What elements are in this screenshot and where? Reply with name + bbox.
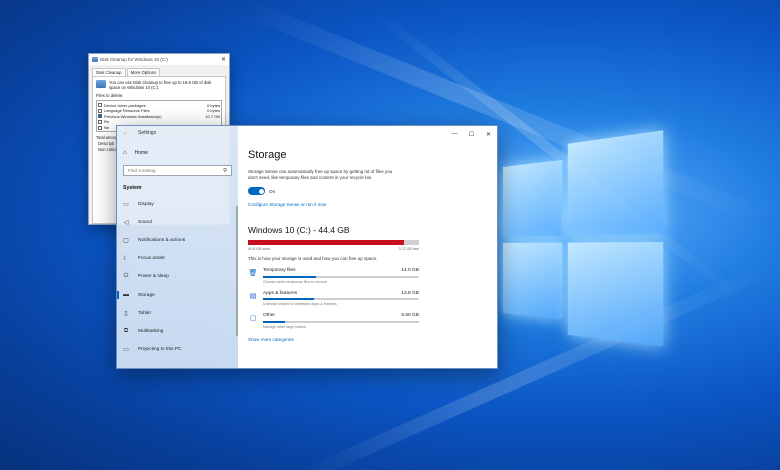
close-icon[interactable]: ✕: [221, 56, 226, 63]
category-other[interactable]: ▢ Other 5.60 GB Manage other large folder…: [248, 313, 419, 329]
settings-window: ← Settings ⌂ Home Find a setting ⚲ Syste…: [116, 125, 498, 369]
category-temporary-files[interactable]: 🗑 Temporary files 14.0 GB Choose which te…: [248, 268, 419, 284]
free-label: 3.72 GB free: [398, 247, 419, 251]
storage-sense-description: Storage Sense can automatically free up …: [248, 169, 393, 180]
search-placeholder: Find a setting: [128, 168, 156, 173]
moon-icon: ☾: [123, 256, 129, 263]
category-size: 13.8 GB: [401, 290, 419, 296]
folder-icon: ▢: [249, 315, 257, 322]
close-icon[interactable]: ✕: [480, 128, 497, 140]
apps-icon: ▤: [249, 292, 257, 300]
drive-icon: [96, 80, 106, 88]
used-label: 40.6 GB used: [248, 247, 270, 251]
sidebar-item-power-sleep[interactable]: ⏻ Power & sleep: [117, 268, 238, 286]
drive-title: Windows 10 (C:) - 44.4 GB: [248, 225, 350, 235]
storage-usage-explainer: This is how your storage is used and how…: [248, 256, 378, 261]
checkbox[interactable]: [98, 114, 102, 119]
category-usage-bar: [263, 320, 419, 323]
category-description: Manage other large folders: [263, 324, 306, 329]
disk-cleanup-title: Disk Cleanup for Windows 10 (C:): [100, 57, 168, 62]
storage-sense-toggle[interactable]: [248, 187, 265, 195]
settings-search-input[interactable]: Find a setting ⚲: [123, 165, 232, 176]
sidebar-item-notifications[interactable]: ▢ Notifications & actions: [117, 231, 238, 249]
window-title: Settings: [138, 130, 157, 136]
category-usage-bar: [263, 275, 419, 278]
home-label: Home: [134, 150, 148, 156]
storage-page: — ☐ ✕ Storage Storage Sense can automati…: [238, 126, 497, 368]
show-more-categories-link[interactable]: Show more categories: [248, 337, 489, 342]
drive-usage-fill: [248, 240, 405, 245]
list-item[interactable]: Previous Windows installation(s) 10.7 GB: [98, 114, 220, 120]
files-to-delete-label: Files to delete:: [96, 93, 124, 99]
settings-sidebar: ← Settings ⌂ Home Find a setting ⚲ Syste…: [117, 126, 238, 368]
projecting-icon: ▭: [123, 347, 129, 354]
maximize-icon[interactable]: ☐: [463, 128, 480, 140]
category-name: Temporary files: [263, 268, 296, 273]
disk-cleanup-icon: [92, 57, 98, 62]
category-usage-fill: [263, 320, 285, 323]
category-description: Uninstall unused or undesired apps & fea…: [263, 302, 337, 306]
disk-cleanup-intro: You can use Disk Cleanup to free up to 1…: [109, 80, 212, 91]
list-item[interactable]: Re: [98, 119, 220, 125]
checkbox[interactable]: [98, 125, 102, 130]
checkbox[interactable]: [98, 108, 102, 113]
list-item[interactable]: Language Resource Files 0 bytes: [98, 108, 220, 114]
trash-icon: 🗑: [248, 270, 258, 277]
sidebar-item-multitasking[interactable]: ⧉ Multitasking: [117, 322, 238, 340]
category-usage-bar: [263, 298, 419, 300]
section-heading-system: System: [123, 185, 142, 191]
tablet-icon: ▯: [124, 310, 128, 317]
tab-disk-cleanup[interactable]: Disk Cleanup: [92, 68, 126, 76]
category-apps-features[interactable]: ▤ Apps & features 13.8 GB Uninstall unuse…: [248, 290, 419, 306]
sidebar-item-sound[interactable]: ◁ Sound: [117, 213, 238, 231]
toggle-state-label: On: [269, 188, 276, 194]
category-name: Other: [263, 313, 275, 318]
category-usage-fill: [263, 275, 317, 278]
sidebar-item-display[interactable]: ▭ Display: [117, 195, 238, 213]
disk-cleanup-titlebar[interactable]: Disk Cleanup for Windows 10 (C:) ✕: [89, 54, 229, 65]
configure-storage-sense-link[interactable]: Configure Storage Sense or run it now: [248, 202, 489, 207]
category-size: 5.60 GB: [401, 313, 419, 318]
back-arrow-icon[interactable]: ←: [123, 130, 128, 136]
multitasking-icon: ⧉: [123, 327, 129, 334]
drive-usage-bar: [248, 240, 419, 245]
home-icon: ⌂: [123, 150, 127, 156]
tab-more-options[interactable]: More Options: [126, 68, 161, 76]
sidebar-item-focus-assist[interactable]: ☾ Focus assist: [117, 250, 238, 268]
display-icon: ▭: [123, 201, 129, 208]
sidebar-item-projecting[interactable]: ▭ Projecting to this PC: [117, 341, 238, 359]
windows-logo: [503, 130, 683, 347]
notifications-icon: ▢: [123, 237, 129, 244]
sidebar-item-tablet[interactable]: ▯ Tablet: [117, 304, 238, 322]
storage-icon: ▬: [123, 292, 129, 299]
category-name: Apps & features: [263, 290, 298, 296]
sound-icon: ◁: [123, 219, 129, 226]
home-button[interactable]: ⌂ Home: [117, 148, 238, 158]
list-item[interactable]: Device driver packages 0 bytes: [98, 102, 220, 108]
search-icon[interactable]: ⚲: [223, 168, 227, 174]
checkbox[interactable]: [98, 119, 102, 124]
power-icon: ⏻: [123, 273, 129, 280]
page-title: Storage: [248, 149, 287, 161]
category-size: 14.0 GB: [401, 268, 419, 273]
category-usage-fill: [263, 298, 315, 300]
checkbox[interactable]: [98, 103, 102, 108]
minimize-icon[interactable]: —: [446, 128, 463, 140]
sidebar-item-storage[interactable]: ▬ Storage: [117, 286, 238, 304]
category-description: Choose which temporary files to remove: [263, 279, 328, 284]
